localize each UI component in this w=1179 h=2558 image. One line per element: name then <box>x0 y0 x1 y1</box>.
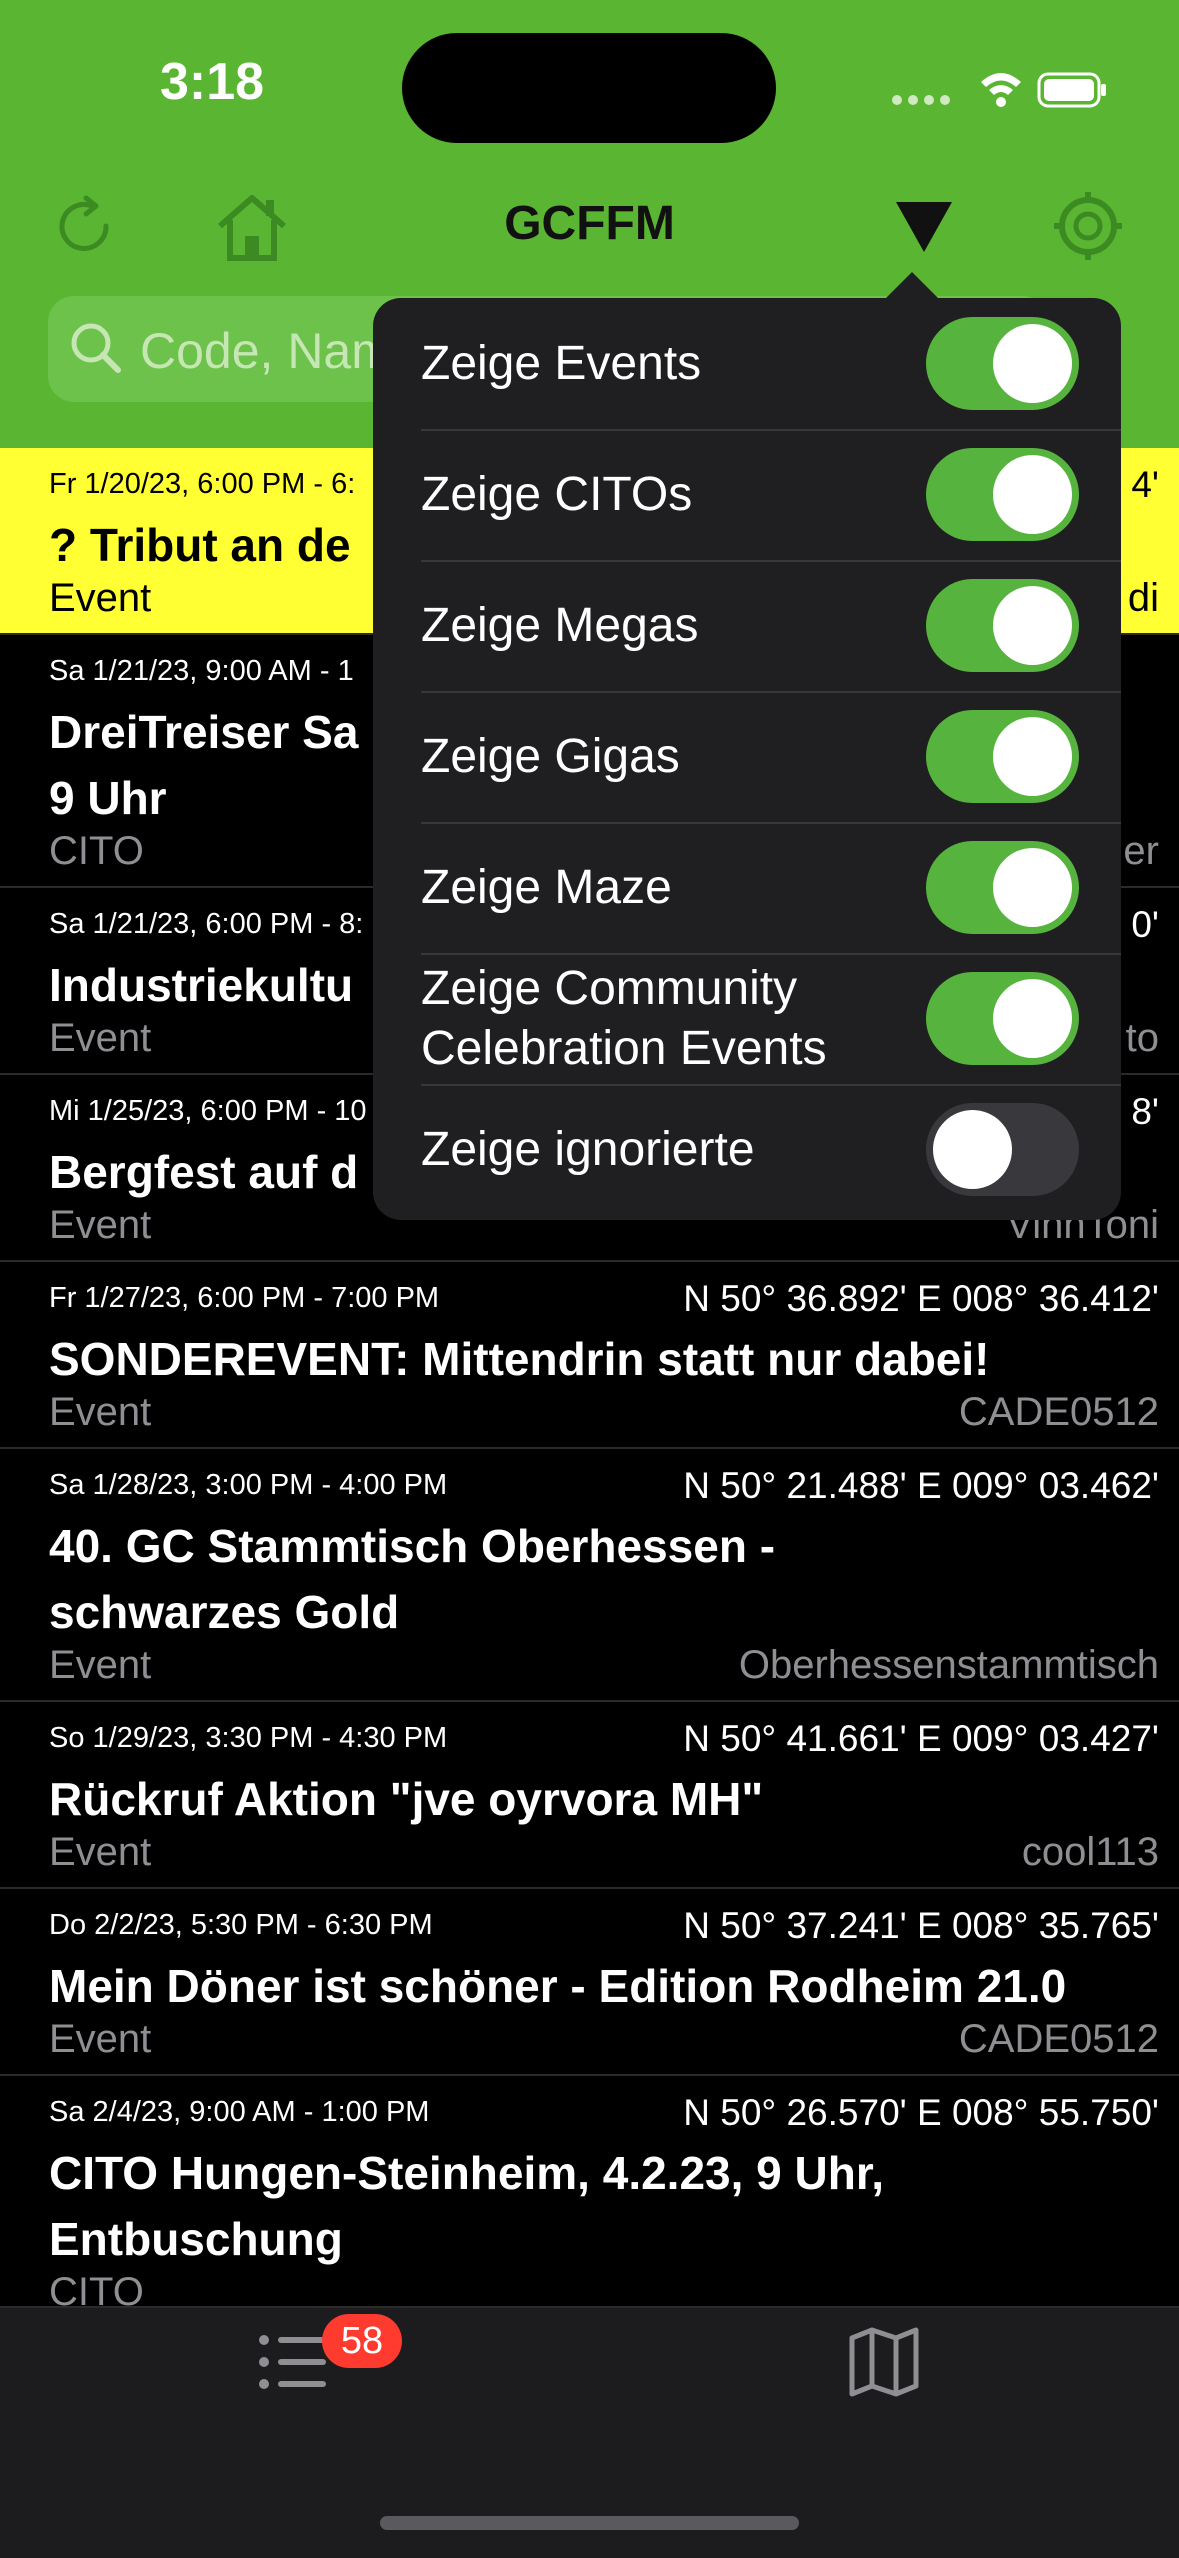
list-item[interactable]: So 1/29/23, 3:30 PM - 4:30 PM N 50° 41.66… <box>0 1702 1179 1889</box>
filter-item[interactable]: Zeige Gigas <box>421 691 1121 824</box>
toggle-knob <box>993 979 1072 1058</box>
toggle-knob <box>993 717 1072 796</box>
filter-item[interactable]: Zeige Events <box>421 298 1121 431</box>
event-coordinates: 0' <box>1131 904 1159 945</box>
event-coordinates: N 50° 37.241' E 008° 35.765' <box>683 1905 1159 1946</box>
event-title: CITO Hungen-Steinheim, 4.2.23, 9 Uhr, En… <box>49 2147 885 2265</box>
event-date: Do 2/2/23, 5:30 PM - 6:30 PM <box>49 1909 433 1941</box>
filter-item-label: Zeige Maze <box>421 860 672 914</box>
list-item[interactable]: Sa 1/28/23, 3:00 PM - 4:00 PM N 50° 21.48… <box>0 1449 1179 1702</box>
filter-item[interactable]: Zeige Megas <box>421 560 1121 693</box>
filter-item-label: Zeige Community Celebration Events <box>421 961 827 1075</box>
event-date: So 1/29/23, 3:30 PM - 4:30 PM <box>49 1722 448 1754</box>
dynamic-island <box>402 33 776 143</box>
event-date: Sa 1/28/23, 3:00 PM - 4:00 PM <box>49 1469 448 1501</box>
event-type: Event <box>49 1016 152 1060</box>
filter-item-label: Zeige Megas <box>421 598 699 652</box>
event-coordinates: N 50° 26.570' E 008° 55.750' <box>683 2092 1159 2133</box>
filter-toggle[interactable] <box>926 579 1079 672</box>
event-type: Event <box>49 576 152 620</box>
filter-icon[interactable] <box>884 196 964 276</box>
event-type: Event <box>49 1830 152 1874</box>
filter-toggle[interactable] <box>926 317 1079 410</box>
page-title: GCFFM <box>504 197 675 250</box>
event-coordinates: 8' <box>1131 1091 1159 1132</box>
search-placeholder: Code, Nam <box>140 323 393 379</box>
event-title: 40. GC Stammtisch Oberhessen - schwarzes… <box>49 1520 776 1638</box>
toggle-knob <box>993 586 1072 665</box>
event-type: Event <box>49 2017 152 2061</box>
search-icon <box>66 318 126 383</box>
toggle-knob <box>933 1110 1012 1189</box>
filter-popover: Zeige Events Zeige CITOs Zeige Megas Zeige … <box>373 298 1121 1220</box>
filter-item-label: Zeige ignorierte <box>421 1122 755 1176</box>
filter-toggle[interactable] <box>926 1103 1079 1196</box>
event-owner: di <box>1127 576 1159 620</box>
filter-item[interactable]: Zeige CITOs <box>421 429 1121 562</box>
battery-icon <box>1037 72 1106 108</box>
event-owner: er <box>1123 829 1159 873</box>
list-item[interactable]: Sa 2/4/23, 9:00 AM - 1:00 PM N 50° 26.570… <box>0 2076 1179 2329</box>
event-owner: Oberhessenstammtisch <box>738 1643 1159 1687</box>
event-owner: CADE0512 <box>958 1390 1159 1434</box>
gear-icon[interactable] <box>1048 186 1128 266</box>
map-tab-icon[interactable] <box>846 2324 922 2405</box>
event-date: Fr 1/20/23, 6:00 PM - 6: <box>49 468 356 500</box>
filter-toggle[interactable] <box>926 448 1079 541</box>
event-type: Event <box>49 1643 152 1687</box>
list-badge: 58 <box>322 2314 402 2368</box>
toggle-knob <box>993 455 1072 534</box>
event-title: SONDEREVENT: Mittendrin statt nur dabei! <box>49 1333 990 1385</box>
signal-icon <box>892 95 950 105</box>
event-date: Sa 1/21/23, 6:00 PM - 8: <box>49 908 364 940</box>
event-coordinates: N 50° 36.892' E 008° 36.412' <box>683 1278 1159 1319</box>
event-coordinates: N 50° 41.661' E 009° 03.427' <box>683 1718 1159 1759</box>
event-owner: CADE0512 <box>958 2017 1159 2061</box>
filter-toggle[interactable] <box>926 972 1079 1065</box>
filter-toggle[interactable] <box>926 841 1079 934</box>
filter-item[interactable]: Zeige Community Celebration Events <box>421 953 1121 1086</box>
status-time: 3:18 <box>160 53 265 111</box>
toggle-knob <box>993 324 1072 403</box>
popover-arrow <box>884 272 940 300</box>
toggle-knob <box>993 848 1072 927</box>
filter-toggle[interactable] <box>926 710 1079 803</box>
event-title: Mein Döner ist schöner - Edition Rodheim… <box>49 1960 1067 2012</box>
event-owner: cool113 <box>1021 1830 1159 1874</box>
status-icons <box>889 62 1109 117</box>
event-title: Rückruf Aktion "jve oyrvora MH" <box>49 1773 764 1825</box>
list-item[interactable]: Do 2/2/23, 5:30 PM - 6:30 PM N 50° 37.241… <box>0 1889 1179 2076</box>
event-type: Event <box>49 1203 152 1247</box>
event-date: Sa 1/21/23, 9:00 AM - 1 <box>49 655 354 687</box>
filter-item-label: Zeige CITOs <box>421 467 693 521</box>
event-type: Event <box>49 1390 152 1434</box>
event-date: Mi 1/25/23, 6:00 PM - 10 <box>49 1095 367 1127</box>
filter-item[interactable]: Zeige ignorierte <box>421 1084 1121 1215</box>
event-date: Fr 1/27/23, 6:00 PM - 7:00 PM <box>49 1282 440 1314</box>
filter-item-label: Zeige Gigas <box>421 729 680 783</box>
event-type: CITO <box>49 829 144 873</box>
filter-item[interactable]: Zeige Maze <box>421 822 1121 955</box>
event-coordinates: N 50° 21.488' E 009° 03.462' <box>683 1465 1159 1506</box>
wifi-icon <box>981 73 1021 107</box>
home-indicator <box>380 2516 799 2530</box>
event-coordinates: 4' <box>1131 464 1159 505</box>
list-item[interactable]: Fr 1/27/23, 6:00 PM - 7:00 PM N 50° 36.89… <box>0 1262 1179 1449</box>
event-owner: to <box>1125 1016 1159 1060</box>
event-date: Sa 2/4/23, 9:00 AM - 1:00 PM <box>49 2096 430 2128</box>
filter-item-label: Zeige Events <box>421 336 702 390</box>
